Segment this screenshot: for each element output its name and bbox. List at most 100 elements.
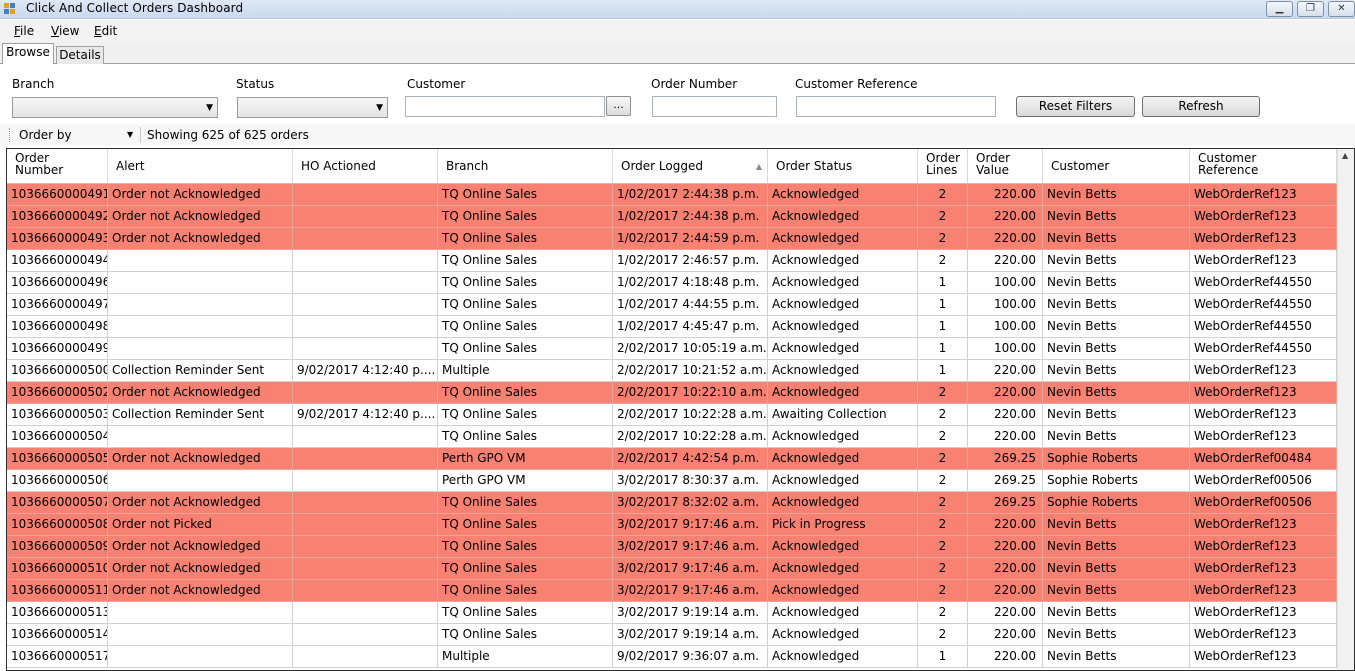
table-row[interactable]: 1036660000505 Order not Acknowledged Perth… <box>7 448 1337 470</box>
cell-order-lines[interactable]: 1 <box>918 646 968 668</box>
table-row[interactable]: 1036660000503 Collection Reminder Sent 9/0… <box>7 404 1337 426</box>
cell-order-value[interactable]: 220.00 <box>968 558 1043 580</box>
cell-customer[interactable]: Nevin Betts <box>1043 206 1190 228</box>
cell-order-lines[interactable]: 1 <box>918 316 968 338</box>
cell-branch[interactable]: TQ Online Sales <box>438 426 613 448</box>
cell-order-value[interactable]: 100.00 <box>968 272 1043 294</box>
customer-input[interactable] <box>405 96 605 117</box>
cell-order-logged[interactable]: 3/02/2017 9:17:46 a.m. <box>613 558 768 580</box>
cell-customer-reference[interactable]: WebOrderRef123 <box>1190 536 1337 558</box>
cell-customer-reference[interactable]: WebOrderRef123 <box>1190 558 1337 580</box>
cell-order-value[interactable]: 220.00 <box>968 184 1043 206</box>
cell-order-logged[interactable]: 1/02/2017 4:18:48 p.m. <box>613 272 768 294</box>
col-header-order-value[interactable]: Order Value <box>968 149 1043 184</box>
cell-order-lines[interactable]: 2 <box>918 514 968 536</box>
cell-order-value[interactable]: 220.00 <box>968 250 1043 272</box>
cell-order-number[interactable]: 1036660000514 <box>7 624 108 646</box>
reset-filters-button[interactable]: Reset Filters <box>1016 96 1135 117</box>
cell-order-value[interactable]: 220.00 <box>968 580 1043 602</box>
cell-order-status[interactable]: Acknowledged <box>768 470 918 492</box>
toolbar-grip[interactable] <box>9 128 12 142</box>
cell-order-lines[interactable]: 2 <box>918 602 968 624</box>
col-header-alert[interactable]: Alert <box>108 149 293 184</box>
cell-branch[interactable]: TQ Online Sales <box>438 250 613 272</box>
table-row[interactable]: 1036660000498 TQ Online Sales 1/02/2017 4:… <box>7 316 1337 338</box>
cell-branch[interactable]: TQ Online Sales <box>438 536 613 558</box>
cell-order-status[interactable]: Acknowledged <box>768 184 918 206</box>
cell-customer[interactable]: Nevin Betts <box>1043 316 1190 338</box>
table-row[interactable]: 1036660000517 Multiple 9/02/2017 9:36:07 a… <box>7 646 1337 668</box>
cell-order-lines[interactable]: 2 <box>918 470 968 492</box>
col-header-order-lines[interactable]: Order Lines <box>918 149 968 184</box>
cell-order-value[interactable]: 220.00 <box>968 514 1043 536</box>
cell-customer[interactable]: Sophie Roberts <box>1043 448 1190 470</box>
cell-alert[interactable]: Order not Picked <box>108 514 293 536</box>
cell-alert[interactable] <box>108 470 293 492</box>
cell-ho-actioned[interactable] <box>293 646 438 668</box>
scroll-up-arrow-icon[interactable]: ▲ <box>1342 151 1348 160</box>
cell-branch[interactable]: TQ Online Sales <box>438 514 613 536</box>
cell-order-status[interactable]: Pick in Progress <box>768 514 918 536</box>
cell-order-lines[interactable]: 1 <box>918 338 968 360</box>
chevron-down-icon[interactable]: ▼ <box>127 130 133 139</box>
cell-order-status[interactable]: Acknowledged <box>768 294 918 316</box>
table-row[interactable]: 1036660000506 Perth GPO VM 3/02/2017 8:30:… <box>7 470 1337 492</box>
cell-order-logged[interactable]: 1/02/2017 2:44:38 p.m. <box>613 206 768 228</box>
cell-alert[interactable]: Order not Acknowledged <box>108 558 293 580</box>
cell-customer-reference[interactable]: WebOrderRef44550 <box>1190 294 1337 316</box>
cell-ho-actioned[interactable] <box>293 272 438 294</box>
table-row[interactable]: 1036660000499 TQ Online Sales 2/02/2017 10… <box>7 338 1337 360</box>
cell-customer-reference[interactable]: WebOrderRef123 <box>1190 514 1337 536</box>
cell-order-value[interactable]: 220.00 <box>968 382 1043 404</box>
cell-alert[interactable] <box>108 602 293 624</box>
cell-order-number[interactable]: 1036660000504 <box>7 426 108 448</box>
cell-branch[interactable]: Perth GPO VM <box>438 470 613 492</box>
cell-alert[interactable]: Order not Acknowledged <box>108 536 293 558</box>
cell-branch[interactable]: TQ Online Sales <box>438 184 613 206</box>
cell-order-number[interactable]: 1036660000491 <box>7 184 108 206</box>
cell-order-logged[interactable]: 3/02/2017 8:32:02 a.m. <box>613 492 768 514</box>
cell-order-value[interactable]: 269.25 <box>968 492 1043 514</box>
cell-customer-reference[interactable]: WebOrderRef00506 <box>1190 470 1337 492</box>
cell-customer-reference[interactable]: WebOrderRef123 <box>1190 382 1337 404</box>
cell-order-value[interactable]: 269.25 <box>968 448 1043 470</box>
cell-order-number[interactable]: 1036660000509 <box>7 536 108 558</box>
cell-branch[interactable]: TQ Online Sales <box>438 558 613 580</box>
cell-customer-reference[interactable]: WebOrderRef123 <box>1190 250 1337 272</box>
cell-order-number[interactable]: 1036660000503 <box>7 404 108 426</box>
cell-alert[interactable]: Order not Acknowledged <box>108 448 293 470</box>
branch-combo[interactable]: ▼ <box>12 97 218 118</box>
cell-order-status[interactable]: Acknowledged <box>768 316 918 338</box>
close-button[interactable]: ✕ <box>1328 1 1355 17</box>
cell-order-lines[interactable]: 2 <box>918 536 968 558</box>
cell-order-number[interactable]: 1036660000492 <box>7 206 108 228</box>
cell-order-logged[interactable]: 9/02/2017 9:36:07 a.m. <box>613 646 768 668</box>
cell-order-value[interactable]: 220.00 <box>968 602 1043 624</box>
cell-ho-actioned[interactable] <box>293 580 438 602</box>
cell-order-value[interactable]: 269.25 <box>968 470 1043 492</box>
cell-ho-actioned[interactable] <box>293 382 438 404</box>
cell-customer[interactable]: Nevin Betts <box>1043 558 1190 580</box>
cell-ho-actioned[interactable]: 9/02/2017 4:12:40 p.... <box>293 404 438 426</box>
table-row[interactable]: 1036660000493 Order not Acknowledged TQ On… <box>7 228 1337 250</box>
cell-order-lines[interactable]: 2 <box>918 250 968 272</box>
cell-customer[interactable]: Nevin Betts <box>1043 514 1190 536</box>
cell-customer[interactable]: Nevin Betts <box>1043 404 1190 426</box>
refresh-button[interactable]: Refresh <box>1142 96 1260 117</box>
table-row[interactable]: 1036660000510 Order not Acknowledged TQ On… <box>7 558 1337 580</box>
cell-alert[interactable]: Order not Acknowledged <box>108 184 293 206</box>
cell-branch[interactable]: TQ Online Sales <box>438 206 613 228</box>
cell-order-value[interactable]: 100.00 <box>968 294 1043 316</box>
menu-file[interactable]: File <box>14 24 34 38</box>
cell-order-status[interactable]: Acknowledged <box>768 250 918 272</box>
cell-order-logged[interactable]: 3/02/2017 9:17:46 a.m. <box>613 580 768 602</box>
cell-branch[interactable]: Multiple <box>438 646 613 668</box>
cell-customer[interactable]: Nevin Betts <box>1043 250 1190 272</box>
cell-ho-actioned[interactable] <box>293 338 438 360</box>
cell-order-logged[interactable]: 2/02/2017 10:21:52 a.m. <box>613 360 768 382</box>
cell-branch[interactable]: TQ Online Sales <box>438 272 613 294</box>
cell-order-logged[interactable]: 2/02/2017 10:22:28 a.m. <box>613 404 768 426</box>
cell-customer-reference[interactable]: WebOrderRef123 <box>1190 624 1337 646</box>
cell-order-number[interactable]: 1036660000506 <box>7 470 108 492</box>
cell-customer[interactable]: Nevin Betts <box>1043 602 1190 624</box>
